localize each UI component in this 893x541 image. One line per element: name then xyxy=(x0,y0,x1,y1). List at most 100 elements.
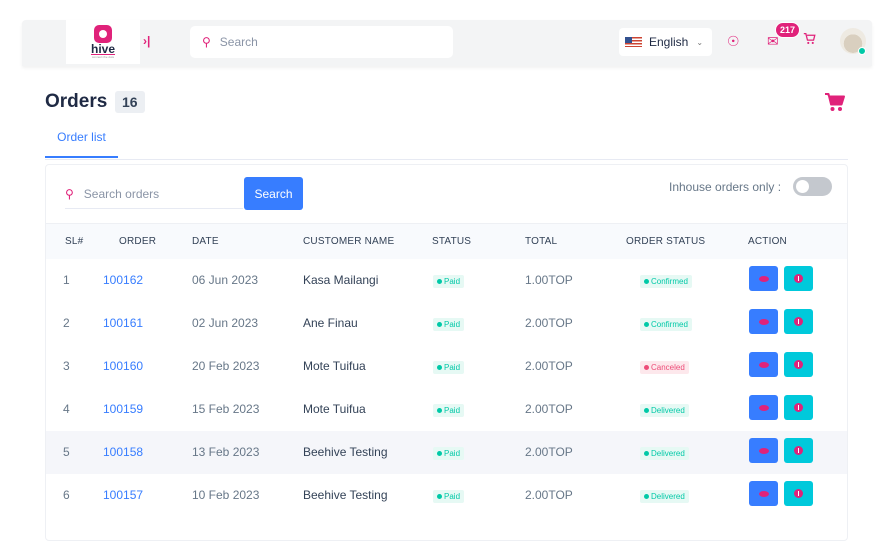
col-order-status: ORDER STATUS xyxy=(626,236,706,247)
eye-icon xyxy=(758,318,769,325)
customer-name: Mote Tuifua xyxy=(303,359,366,373)
invoice-button[interactable] xyxy=(784,481,813,506)
view-order-button[interactable] xyxy=(749,352,778,377)
order-id-link[interactable]: 100158 xyxy=(103,445,143,459)
order-date: 15 Feb 2023 xyxy=(192,402,260,416)
order-search-field: ⚲ xyxy=(65,179,243,209)
order-status-badge: Delivered xyxy=(640,404,689,417)
customer-name: Kasa Mailangi xyxy=(303,273,379,287)
top-navbar: hive connect the dots ›| ⚲ English ⌄ ☉ ✉… xyxy=(22,20,872,66)
logo-text: hive xyxy=(90,42,115,56)
message-count-badge: 217 xyxy=(775,22,801,38)
us-flag-icon xyxy=(625,37,642,47)
col-status: STATUS xyxy=(432,236,472,247)
order-total: 2.00TOP xyxy=(525,316,573,330)
order-status-badge: Canceled xyxy=(640,361,689,374)
order-status-badge: Delivered xyxy=(640,447,689,460)
eye-icon xyxy=(758,447,769,454)
tab-order-list[interactable]: Order list xyxy=(45,130,118,158)
view-order-button[interactable] xyxy=(749,481,778,506)
row-sl: 3 xyxy=(63,359,70,373)
page-title: Orders xyxy=(45,91,108,112)
info-icon xyxy=(794,360,803,369)
row-sl: 1 xyxy=(63,273,70,287)
row-sl: 2 xyxy=(63,316,70,330)
order-date: 13 Feb 2023 xyxy=(192,445,260,459)
search-icon: ⚲ xyxy=(202,35,211,49)
toggle-knob xyxy=(796,180,809,193)
view-order-button[interactable] xyxy=(749,266,778,291)
order-date: 06 Jun 2023 xyxy=(192,273,259,287)
order-count-badge: 16 xyxy=(115,91,145,113)
payment-status-badge: Paid xyxy=(433,490,465,503)
eye-icon xyxy=(758,490,769,497)
orders-card: ⚲ Search Inhouse orders only : SL# ORDER… xyxy=(45,164,848,541)
tab-divider xyxy=(45,159,848,160)
view-order-button[interactable] xyxy=(749,309,778,334)
info-icon xyxy=(794,317,803,326)
col-action: ACTION xyxy=(748,236,787,247)
eye-icon xyxy=(758,404,769,411)
sidebar-toggle-icon[interactable]: ›| xyxy=(143,34,150,48)
inhouse-toggle-label: Inhouse orders only : xyxy=(669,180,782,194)
table-header: SL# ORDER DATE CUSTOMER NAME STATUS TOTA… xyxy=(46,223,847,259)
cart-icon[interactable] xyxy=(803,32,816,48)
globe-icon[interactable]: ☉ xyxy=(727,33,740,50)
invoice-button[interactable] xyxy=(784,266,813,291)
row-sl: 5 xyxy=(63,445,70,459)
brand-logo[interactable]: hive connect the dots xyxy=(66,20,140,64)
order-status-badge: Confirmed xyxy=(640,275,692,288)
order-search-input[interactable] xyxy=(83,186,234,201)
table-row: 5 100158 13 Feb 2023 Beehive Testing Pai… xyxy=(46,431,847,474)
order-total: 2.00TOP xyxy=(525,488,573,502)
info-icon xyxy=(794,489,803,498)
row-sl: 4 xyxy=(63,402,70,416)
order-id-link[interactable]: 100159 xyxy=(103,402,143,416)
col-date: DATE xyxy=(192,236,219,247)
col-order: ORDER xyxy=(119,236,157,247)
search-icon: ⚲ xyxy=(65,186,74,201)
info-icon xyxy=(794,274,803,283)
language-label: English xyxy=(649,35,689,49)
view-order-button[interactable] xyxy=(749,438,778,463)
order-total: 2.00TOP xyxy=(525,445,573,459)
order-id-link[interactable]: 100160 xyxy=(103,359,143,373)
online-status-dot xyxy=(858,47,866,55)
customer-name: Beehive Testing xyxy=(303,445,388,459)
customer-name: Mote Tuifua xyxy=(303,402,366,416)
payment-status-badge: Paid xyxy=(433,404,465,417)
global-search-input[interactable] xyxy=(219,35,420,49)
view-order-button[interactable] xyxy=(749,395,778,420)
order-date: 02 Jun 2023 xyxy=(192,316,259,330)
invoice-button[interactable] xyxy=(784,395,813,420)
order-status-badge: Confirmed xyxy=(640,318,692,331)
inhouse-toggle[interactable] xyxy=(793,177,832,196)
table-row: 4 100159 15 Feb 2023 Mote Tuifua Paid 2.… xyxy=(46,388,847,431)
table-row: 6 100157 10 Feb 2023 Beehive Testing Pai… xyxy=(46,474,847,517)
customer-name: Beehive Testing xyxy=(303,488,388,502)
chevron-down-icon: ⌄ xyxy=(696,37,704,47)
col-total: TOTAL xyxy=(525,236,558,247)
order-total: 2.00TOP xyxy=(525,402,573,416)
row-sl: 6 xyxy=(63,488,70,502)
customer-name: Ane Finau xyxy=(303,316,358,330)
shopping-cart-icon xyxy=(824,92,846,117)
order-total: 2.00TOP xyxy=(525,359,573,373)
language-selector[interactable]: English ⌄ xyxy=(619,28,712,56)
hive-logo-icon xyxy=(94,25,112,43)
invoice-button[interactable] xyxy=(784,438,813,463)
search-button[interactable]: Search xyxy=(244,177,303,210)
order-id-link[interactable]: 100161 xyxy=(103,316,143,330)
col-customer: CUSTOMER NAME xyxy=(303,236,395,247)
table-row: 1 100162 06 Jun 2023 Kasa Mailangi Paid … xyxy=(46,259,847,302)
order-id-link[interactable]: 100157 xyxy=(103,488,143,502)
table-row: 2 100161 02 Jun 2023 Ane Finau Paid 2.00… xyxy=(46,302,847,345)
order-status-badge: Delivered xyxy=(640,490,689,503)
payment-status-badge: Paid xyxy=(433,361,465,374)
logo-tagline: connect the dots xyxy=(91,55,114,59)
order-id-link[interactable]: 100162 xyxy=(103,273,143,287)
order-total: 1.00TOP xyxy=(525,273,573,287)
invoice-button[interactable] xyxy=(784,352,813,377)
invoice-button[interactable] xyxy=(784,309,813,334)
eye-icon xyxy=(758,275,769,282)
